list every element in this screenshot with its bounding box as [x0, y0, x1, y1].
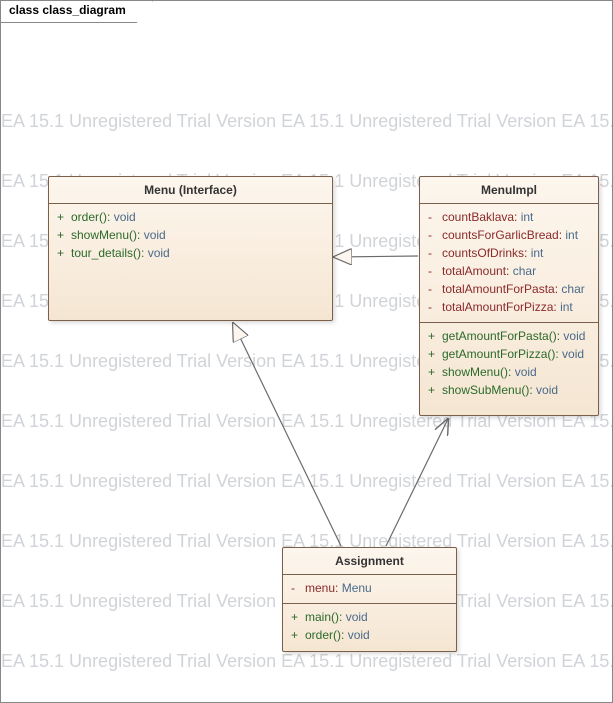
watermark: EA 15.1 Unregistered Trial Version EA 15… — [1, 111, 612, 132]
method-row: +showMenu(): void — [428, 363, 590, 381]
watermark: EA 15.1 Unregistered Trial Version EA 15… — [1, 651, 612, 672]
class-assignment[interactable]: Assignment -menu: Menu +main(): void +or… — [282, 547, 457, 652]
diagram-canvas: class class_diagram EA 15.1 Unregistered… — [0, 0, 613, 703]
attr-row: -totalAmountForPasta: char — [428, 280, 590, 298]
method-row: +order(): void — [291, 626, 448, 644]
method-row: +showSubMenu(): void — [428, 381, 590, 399]
methods-section: +main(): void +order(): void — [283, 604, 456, 650]
attr-row: -countBaklava: int — [428, 208, 590, 226]
attrs-section: -menu: Menu — [283, 575, 456, 604]
method-row: + order(): void — [57, 208, 324, 226]
diagram-tab: class class_diagram — [1, 1, 153, 23]
method-row: +getAmountForPasta(): void — [428, 327, 590, 345]
attrs-section: -countBaklava: int -countsForGarlicBread… — [420, 204, 598, 323]
method-row: +getAmountForPizza(): void — [428, 345, 590, 363]
method-row: + showMenu(): void — [57, 226, 324, 244]
attr-row: -countsForGarlicBread: int — [428, 226, 590, 244]
class-title: Assignment — [283, 548, 456, 575]
method-row: + tour_details(): void — [57, 244, 324, 262]
attr-row: -menu: Menu — [291, 579, 448, 597]
class-menuimpl[interactable]: MenuImpl -countBaklava: int -countsForGa… — [419, 176, 599, 416]
watermark: EA 15.1 Unregistered Trial Version EA 15… — [1, 471, 612, 492]
methods-section: +getAmountForPasta(): void +getAmountFor… — [420, 323, 598, 405]
class-menu[interactable]: Menu (Interface) + order(): void + showM… — [48, 176, 333, 321]
methods-section: + order(): void + showMenu(): void + tou… — [49, 204, 332, 314]
connector-dependency-menuimpl — [386, 419, 448, 546]
attr-row: -totalAmountForPizza: int — [428, 298, 590, 316]
class-title: Menu (Interface) — [49, 177, 332, 204]
attr-row: -totalAmount: char — [428, 262, 590, 280]
connector-realization — [334, 256, 418, 257]
class-title: MenuImpl — [420, 177, 598, 204]
attr-row: -countsOfDrinks: int — [428, 244, 590, 262]
connector-dependency-menu — [233, 323, 341, 546]
method-row: +main(): void — [291, 608, 448, 626]
